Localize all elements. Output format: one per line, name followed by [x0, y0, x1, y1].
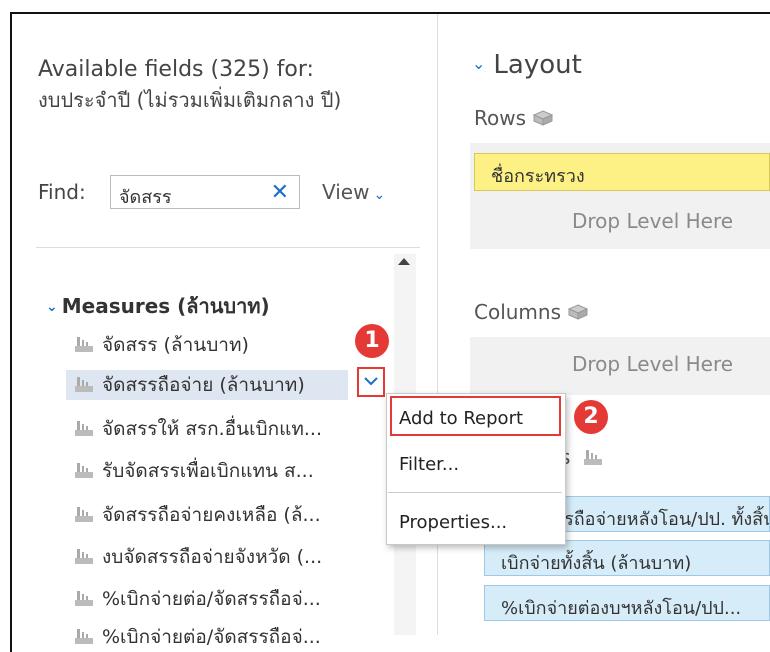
cube-icon	[532, 110, 554, 126]
measure-ruler-icon	[75, 337, 93, 352]
measures-group-label: Measures (ล้านบาท)	[61, 294, 270, 318]
rows-drop-hint: Drop Level Here	[572, 209, 734, 233]
measures-label: s	[560, 445, 603, 469]
columns-label-text: Columns	[474, 300, 562, 324]
measure-chip[interactable]: เบิกจ่ายทั้งสิ้น (ล้านบาท)	[484, 540, 770, 576]
field-options-dropdown-button[interactable]	[357, 367, 385, 397]
chevron-down-icon[interactable]: ⌄	[46, 299, 58, 315]
measure-ruler-icon	[583, 450, 602, 465]
field-item[interactable]: %เบิกจ่ายต่อ/จัดสรรถือจ่...	[74, 622, 321, 652]
chevron-down-icon: ⌄	[373, 187, 386, 203]
field-label: จัดสรร (ล้านบาท)	[102, 334, 249, 356]
measure-ruler-icon	[75, 629, 93, 644]
field-label: จัดสรรถือจ่าย (ล้านบาท)	[102, 374, 305, 396]
field-label: %เบิกจ่ายต่อ/จัดสรรถือจ่...	[102, 626, 321, 648]
measure-chip-label: %เบิกจ่ายต่องบฯหลังโอน/ปป...	[501, 598, 742, 619]
measure-ruler-icon	[75, 463, 93, 478]
step-badge-2: 2	[574, 400, 608, 434]
chevron-down-icon	[364, 377, 378, 386]
columns-label: Columns	[474, 300, 589, 324]
measure-ruler-icon	[75, 421, 93, 436]
find-input[interactable]: จัดสรร ✕	[110, 175, 300, 209]
layout-title: Layout	[493, 50, 582, 80]
field-label: รับจัดสรรเพื่อเบิกแทน ส...	[102, 460, 314, 482]
add-to-report-highlight	[390, 396, 561, 436]
measure-chip-label: เบิกจ่ายทั้งสิ้น (ล้านบาท)	[501, 553, 692, 574]
view-dropdown-button[interactable]: View ⌄	[322, 180, 385, 204]
cube-name: งบประจำปี (ไม่รวมเพิ่มเติมกลาง ปี)	[38, 88, 342, 112]
available-fields-title: Available fields (325) for: งบประจำปี (ไ…	[38, 54, 398, 116]
field-item[interactable]: จัดสรรให้ สรก.อื่นเบิกแท...	[74, 414, 322, 444]
field-item[interactable]: จัดสรร (ล้านบาท)	[74, 330, 249, 360]
rows-label: Rows	[474, 106, 554, 130]
field-item[interactable]: งบจัดสรรถือจ่ายจังหวัด (...	[74, 542, 322, 572]
field-item[interactable]: %เบิกจ่ายต่อ/จัดสรรถือจ่...	[74, 584, 321, 614]
measure-chip[interactable]: %เบิกจ่ายต่องบฯหลังโอน/ปป...	[484, 585, 770, 621]
field-label: จัดสรรถือจ่ายคงเหลือ (ล้...	[102, 504, 321, 526]
cube-icon	[567, 304, 589, 320]
step-badge-1: 1	[355, 324, 389, 358]
menu-item-filter[interactable]: Filter...	[399, 454, 459, 475]
menu-divider	[388, 492, 562, 493]
measure-ruler-icon	[75, 377, 93, 392]
available-fields-count: Available fields (325) for:	[38, 57, 314, 82]
chevron-down-icon[interactable]: ⌄	[472, 54, 485, 73]
measures-group-header[interactable]: ⌄ Measures (ล้านบาท)	[46, 290, 270, 322]
columns-drop-hint: Drop Level Here	[572, 352, 734, 376]
view-label: View	[322, 180, 370, 204]
measure-ruler-icon	[75, 591, 93, 606]
field-label: งบจัดสรรถือจ่ายจังหวัด (...	[102, 546, 323, 568]
measure-ruler-icon	[75, 507, 93, 522]
row-level-label: ชื่อกระทรวง	[491, 166, 585, 187]
layout-section-header[interactable]: ⌄ Layout	[472, 50, 582, 80]
scroll-up-arrow-icon[interactable]	[398, 258, 410, 265]
clear-search-icon[interactable]: ✕	[271, 182, 289, 204]
field-item-selected[interactable]: จัดสรรถือจ่าย (ล้านบาท)	[66, 370, 348, 400]
field-label: จัดสรรให้ สรก.อื่นเบิกแท...	[102, 418, 323, 440]
menu-item-properties[interactable]: Properties...	[399, 512, 507, 533]
field-item[interactable]: รับจัดสรรเพื่อเบิกแทน ส...	[74, 456, 314, 486]
find-input-value: จัดสรร	[119, 187, 172, 208]
measure-ruler-icon	[75, 549, 93, 564]
divider	[36, 247, 420, 248]
field-label: %เบิกจ่ายต่อ/จัดสรรถือจ่...	[102, 588, 321, 610]
find-label: Find:	[38, 180, 86, 204]
rows-label-text: Rows	[474, 106, 527, 130]
row-level-chip[interactable]: ชื่อกระทรวง	[474, 153, 770, 191]
field-item[interactable]: จัดสรรถือจ่ายคงเหลือ (ล้...	[74, 500, 321, 530]
